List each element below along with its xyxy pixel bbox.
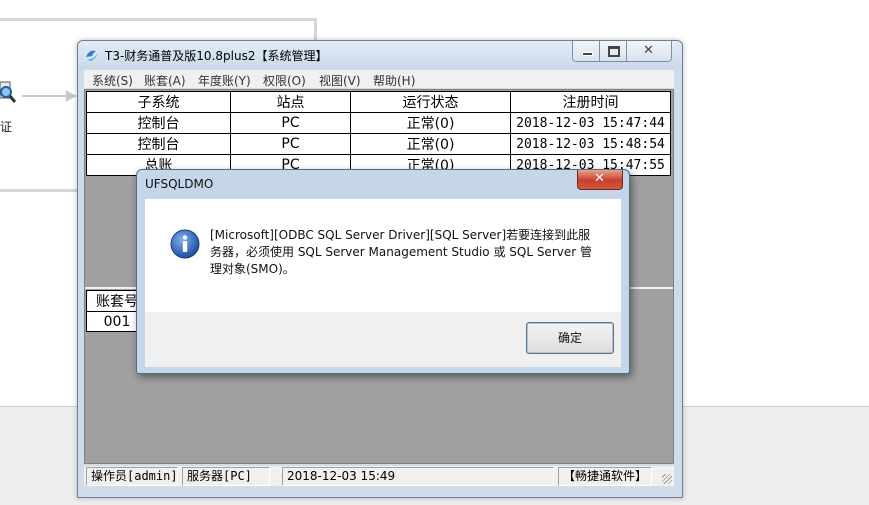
- message-line: 理对象(SMO)。: [210, 262, 295, 276]
- status-bar: 操作员[admin] 服务器[PC] 2018-12-03 15:49 【畅捷通…: [84, 466, 674, 486]
- menu-account-set[interactable]: 账套(A): [144, 72, 186, 89]
- minimize-button[interactable]: [573, 41, 600, 61]
- status-brand: 【畅捷通软件】: [558, 467, 652, 486]
- cell-site: PC: [230, 133, 351, 155]
- menu-view[interactable]: 视图(V): [319, 72, 361, 89]
- menu-annual-account[interactable]: 年度账(Y): [198, 72, 251, 89]
- resize-grip[interactable]: [662, 474, 672, 484]
- table-row[interactable]: 控制台 PC 正常(0) 2018-12-03 15:47:44: [86, 112, 671, 134]
- maximize-button[interactable]: [600, 41, 627, 61]
- cell-subsystem: 控制台: [86, 133, 231, 155]
- column-header-subsystem[interactable]: 子系统: [86, 91, 231, 113]
- menu-help[interactable]: 帮助(H): [373, 72, 415, 89]
- status-datetime: 2018-12-03 15:49: [282, 467, 554, 486]
- window-titlebar[interactable]: T3-财务通普及版10.8plus2【系统管理】 ✕: [78, 41, 682, 69]
- status-server: 服务器[PC]: [182, 467, 270, 486]
- table-header-row: 子系统 站点 运行状态 注册时间: [86, 91, 671, 113]
- table-row[interactable]: 控制台 PC 正常(0) 2018-12-03 15:48:54: [86, 133, 671, 155]
- cell-register-time: 2018-12-03 15:48:54: [510, 133, 671, 155]
- cell-status: 正常(0): [350, 112, 511, 134]
- cell-status: 正常(0): [350, 133, 511, 155]
- caption-buttons: ✕: [572, 41, 672, 62]
- close-button[interactable]: ✕: [627, 41, 671, 61]
- minimize-icon: [582, 52, 593, 56]
- error-dialog: UFSQLDMO ✕ [Microsoft][ODBC SQL Server D…: [136, 169, 630, 374]
- dialog-button-bar: 确定: [145, 312, 621, 367]
- column-header-site[interactable]: 站点: [230, 91, 351, 113]
- window-title: T3-财务通普及版10.8plus2【系统管理】: [105, 49, 328, 63]
- column-header-status[interactable]: 运行状态: [350, 91, 511, 113]
- message-line: [Microsoft][ODBC SQL Server Driver][SQL …: [210, 228, 591, 242]
- flow-arrow-head: [66, 90, 76, 102]
- status-operator: 操作员[admin]: [86, 467, 178, 486]
- dialog-message-area: [Microsoft][ODBC SQL Server Driver][SQL …: [145, 199, 621, 312]
- close-icon: ✕: [594, 171, 605, 186]
- cell-site: PC: [230, 112, 351, 134]
- menu-permissions[interactable]: 权限(O): [263, 72, 306, 89]
- maximize-icon: [608, 46, 620, 57]
- cell-subsystem: 控制台: [86, 112, 231, 134]
- dialog-close-button[interactable]: ✕: [577, 170, 623, 190]
- ok-button[interactable]: 确定: [526, 322, 614, 354]
- menu-bar: 系统(S) 账套(A) 年度账(Y) 权限(O) 视图(V) 帮助(H): [84, 70, 674, 88]
- app-logo-icon: [86, 50, 98, 61]
- voucher-search-icon[interactable]: [0, 80, 16, 106]
- menu-system[interactable]: 系统(S): [92, 72, 133, 89]
- flow-node-label[interactable]: 证: [0, 118, 12, 135]
- dialog-message: [Microsoft][ODBC SQL Server Driver][SQL …: [210, 227, 605, 278]
- cell-register-time: 2018-12-03 15:47:44: [510, 112, 671, 134]
- column-header-register-time[interactable]: 注册时间: [510, 91, 671, 113]
- subsystem-table: 子系统 站点 运行状态 注册时间 控制台 PC 正常(0) 2018-12-03…: [86, 91, 671, 176]
- dialog-title: UFSQLDMO: [145, 177, 214, 191]
- close-icon: ✕: [643, 43, 654, 58]
- info-icon: [170, 229, 200, 259]
- message-line: 务器，必须使用 SQL Server Management Studio 或 S…: [210, 245, 592, 259]
